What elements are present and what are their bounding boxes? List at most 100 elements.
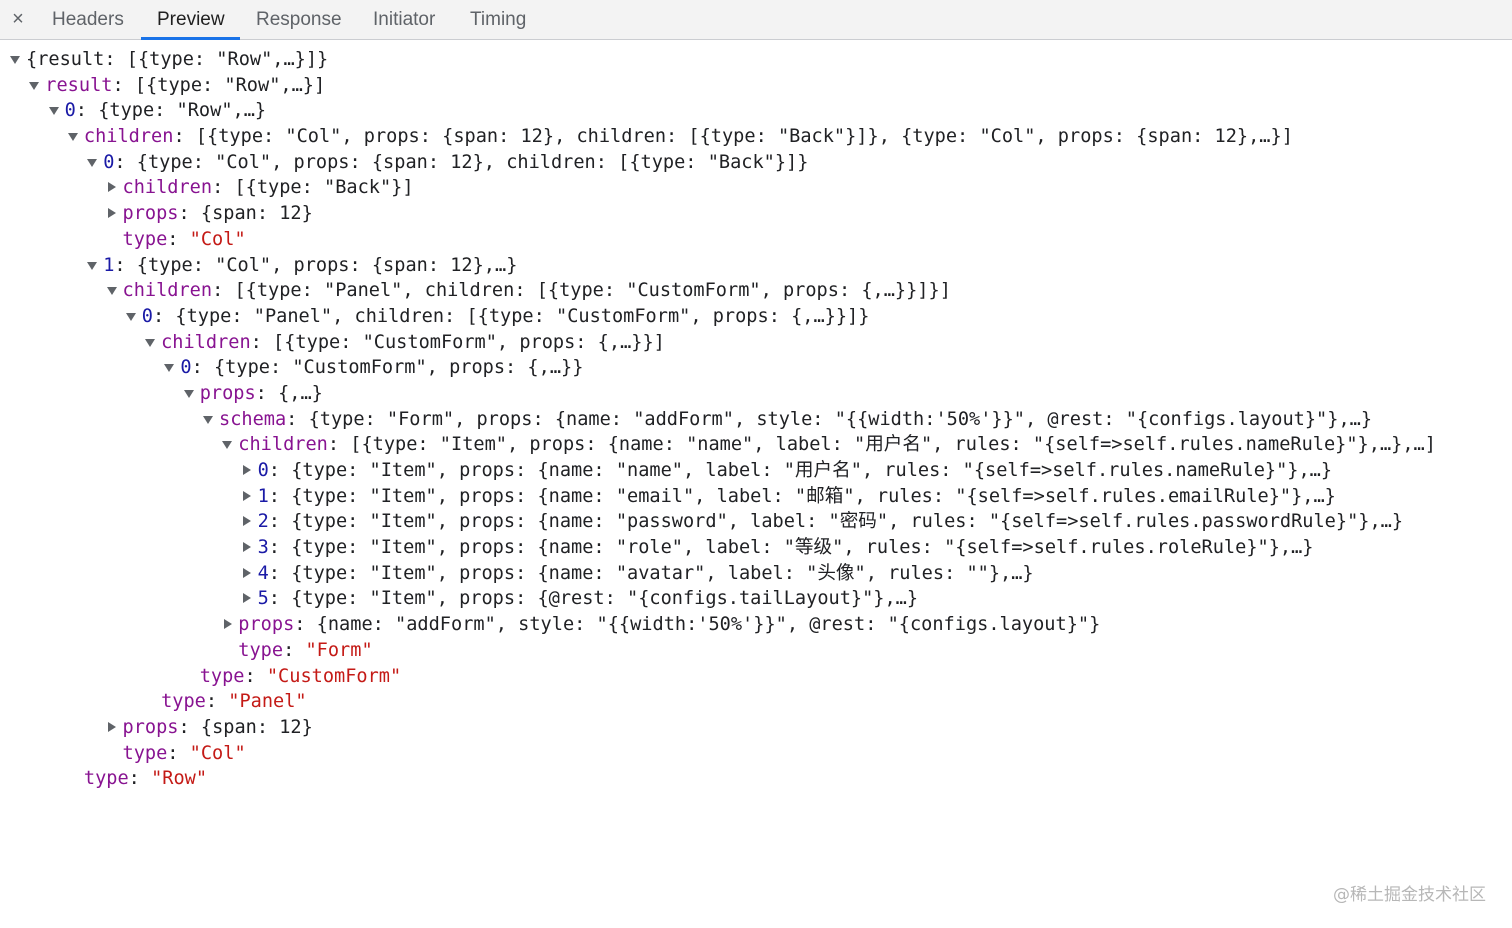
tree-node-text: 1: {type: "Col", props: {span: 12},…} <box>103 254 518 276</box>
expand-triangle-icon[interactable] <box>87 158 98 167</box>
collapse-triangle-icon[interactable] <box>223 619 232 630</box>
tree-node-text: props: {name: "addForm", style: "{{width… <box>238 614 1101 636</box>
tree-node[interactable]: children: [{type: "Panel", children: [{t… <box>0 278 1512 304</box>
property-value: {result: [{type: "Row",…}]} <box>26 49 329 70</box>
property-value: {type: "Item", props: {name: "avatar", l… <box>291 562 1034 584</box>
property-key: children <box>238 434 328 456</box>
expand-triangle-icon[interactable] <box>106 287 117 296</box>
tree-node[interactable]: 5: {type: "Item", props: {@rest: "{confi… <box>0 586 1512 612</box>
tree-node[interactable]: props: {span: 12} <box>0 201 1512 227</box>
tree-node[interactable]: 1: {type: "Item", props: {name: "email",… <box>0 484 1512 510</box>
tab-initiator[interactable]: Initiator <box>373 0 435 40</box>
tree-node[interactable]: 0: {type: "Panel", children: [{type: "Cu… <box>0 304 1512 330</box>
tree-node-text: 2: {type: "Item", props: {name: "passwor… <box>257 511 1404 533</box>
expand-triangle-icon[interactable] <box>183 389 194 398</box>
property-key: 5 <box>257 588 269 610</box>
property-key: type <box>238 639 284 661</box>
property-value: [{type: "Row",…}] <box>134 74 326 96</box>
property-value: [{type: "Item", props: {name: "name", la… <box>350 434 1436 456</box>
tree-node-text: type: "Row" <box>83 768 208 790</box>
property-key: 0 <box>141 305 153 327</box>
expand-triangle-icon[interactable] <box>87 261 98 270</box>
property-value: [{type: "CustomForm", props: {,…}}] <box>273 331 665 353</box>
tree-node-text: children: [{type: "Col", props: {span: 1… <box>83 126 1293 148</box>
tree-node[interactable]: result: [{type: "Row",…}] <box>0 73 1512 99</box>
property-key: 2 <box>257 511 269 533</box>
expand-triangle-icon[interactable] <box>145 338 156 347</box>
collapse-triangle-icon[interactable] <box>108 182 116 193</box>
tree-node-text: type: "Col" <box>122 742 246 764</box>
tree-node-text: 3: {type: "Item", props: {name: "role", … <box>257 537 1314 559</box>
tree-node-text: 0: {type: "Col", props: {span: 12}, chil… <box>103 151 809 173</box>
property-value: {,…} <box>278 382 323 404</box>
tree-node[interactable]: 0: {type: "CustomForm", props: {,…}} <box>0 355 1512 381</box>
json-preview-tree: {result: [{type: "Row",…}]} result: [{typ… <box>0 47 1512 792</box>
property-value: "Col" <box>189 742 246 764</box>
property-key: result <box>45 74 113 96</box>
collapse-triangle-icon[interactable] <box>243 465 252 475</box>
expand-triangle-icon[interactable] <box>164 364 175 373</box>
tab-preview[interactable]: Preview <box>157 0 225 40</box>
tree-node[interactable]: props: {name: "addForm", style: "{{width… <box>0 612 1512 638</box>
property-value: "Row" <box>151 768 208 790</box>
tree-node[interactable]: {result: [{type: "Row",…}]} <box>0 47 1512 73</box>
collapse-triangle-icon[interactable] <box>243 490 252 501</box>
tree-node[interactable]: schema: {type: "Form", props: {name: "ad… <box>0 407 1512 433</box>
collapse-triangle-icon[interactable] <box>243 516 252 527</box>
property-key: type <box>199 665 245 687</box>
collapse-triangle-icon[interactable] <box>243 593 252 604</box>
tree-node[interactable]: children: [{type: "Item", props: {name: … <box>0 432 1512 458</box>
tree-node-text: props: {span: 12} <box>122 203 313 225</box>
tree-node[interactable]: 0: {type: "Col", props: {span: 12}, chil… <box>0 150 1512 176</box>
expand-triangle-icon[interactable] <box>48 107 59 116</box>
tree-node-text: 5: {type: "Item", props: {@rest: "{confi… <box>257 588 919 610</box>
property-key: 1 <box>257 485 269 507</box>
tree-node-text: type: "CustomForm" <box>199 665 402 687</box>
property-value: {type: "Item", props: {@rest: "{configs.… <box>291 588 919 610</box>
property-value: {type: "Item", props: {name: "name", lab… <box>291 460 1333 481</box>
tree-node[interactable]: 2: {type: "Item", props: {name: "passwor… <box>0 509 1512 535</box>
property-value: [{type: "Panel", children: [{type: "Cust… <box>234 280 951 302</box>
tree-node: type: "Form" <box>0 638 1512 664</box>
tree-node[interactable]: props: {,…} <box>0 381 1512 407</box>
property-value: {type: "Col", props: {span: 12}, childre… <box>136 151 809 173</box>
expand-triangle-icon[interactable] <box>125 312 136 321</box>
tab-headers[interactable]: Headers <box>52 0 124 40</box>
tree-node[interactable]: 3: {type: "Item", props: {name: "role", … <box>0 535 1512 561</box>
tree-node[interactable]: props: {span: 12} <box>0 715 1512 741</box>
property-value: "Col" <box>189 228 246 250</box>
expand-triangle-icon[interactable] <box>203 415 213 424</box>
tree-node[interactable]: children: [{type: "Back"}] <box>0 175 1512 201</box>
tree-node[interactable]: children: [{type: "CustomForm", props: {… <box>0 330 1512 356</box>
tab-timing[interactable]: Timing <box>470 0 526 40</box>
tree-node[interactable]: 1: {type: "Col", props: {span: 12},…} <box>0 253 1512 279</box>
collapse-triangle-icon[interactable] <box>108 721 116 732</box>
tree-node[interactable]: children: [{type: "Col", props: {span: 1… <box>0 124 1512 150</box>
watermark: @稀土掘金技术社区 <box>1333 885 1486 905</box>
tree-node-text: 1: {type: "Item", props: {name: "email",… <box>257 485 1336 507</box>
expand-triangle-icon[interactable] <box>67 133 78 142</box>
expand-triangle-icon[interactable] <box>10 56 20 64</box>
property-key: props <box>238 614 295 636</box>
property-key: children <box>122 177 213 199</box>
tree-node[interactable]: 0: {type: "Item", props: {name: "name", … <box>0 458 1512 484</box>
devtools-tab-bar: × Headers Preview Response Initiator Tim… <box>0 0 1512 40</box>
collapse-triangle-icon[interactable] <box>108 208 116 219</box>
expand-triangle-icon[interactable] <box>222 441 233 450</box>
property-key: 3 <box>257 537 269 559</box>
tree-node-text: {result: [{type: "Row",…}]} <box>26 47 328 73</box>
tree-node[interactable]: 4: {type: "Item", props: {name: "avatar"… <box>0 561 1512 587</box>
property-value: {type: "Item", props: {name: "password",… <box>291 511 1404 533</box>
close-icon[interactable]: × <box>7 8 29 30</box>
expand-triangle-icon[interactable] <box>29 81 40 90</box>
tree-node[interactable]: 0: {type: "Row",…} <box>0 98 1512 124</box>
collapse-triangle-icon[interactable] <box>243 567 252 578</box>
property-key: props <box>122 716 179 738</box>
tab-response[interactable]: Response <box>256 0 342 40</box>
property-value: [{type: "Back"}] <box>234 177 414 199</box>
property-key: type <box>161 691 206 713</box>
property-value: {type: "Row",…} <box>98 100 267 122</box>
collapse-triangle-icon[interactable] <box>243 542 252 553</box>
property-key: children <box>122 280 213 302</box>
property-value: "CustomForm" <box>266 665 402 687</box>
